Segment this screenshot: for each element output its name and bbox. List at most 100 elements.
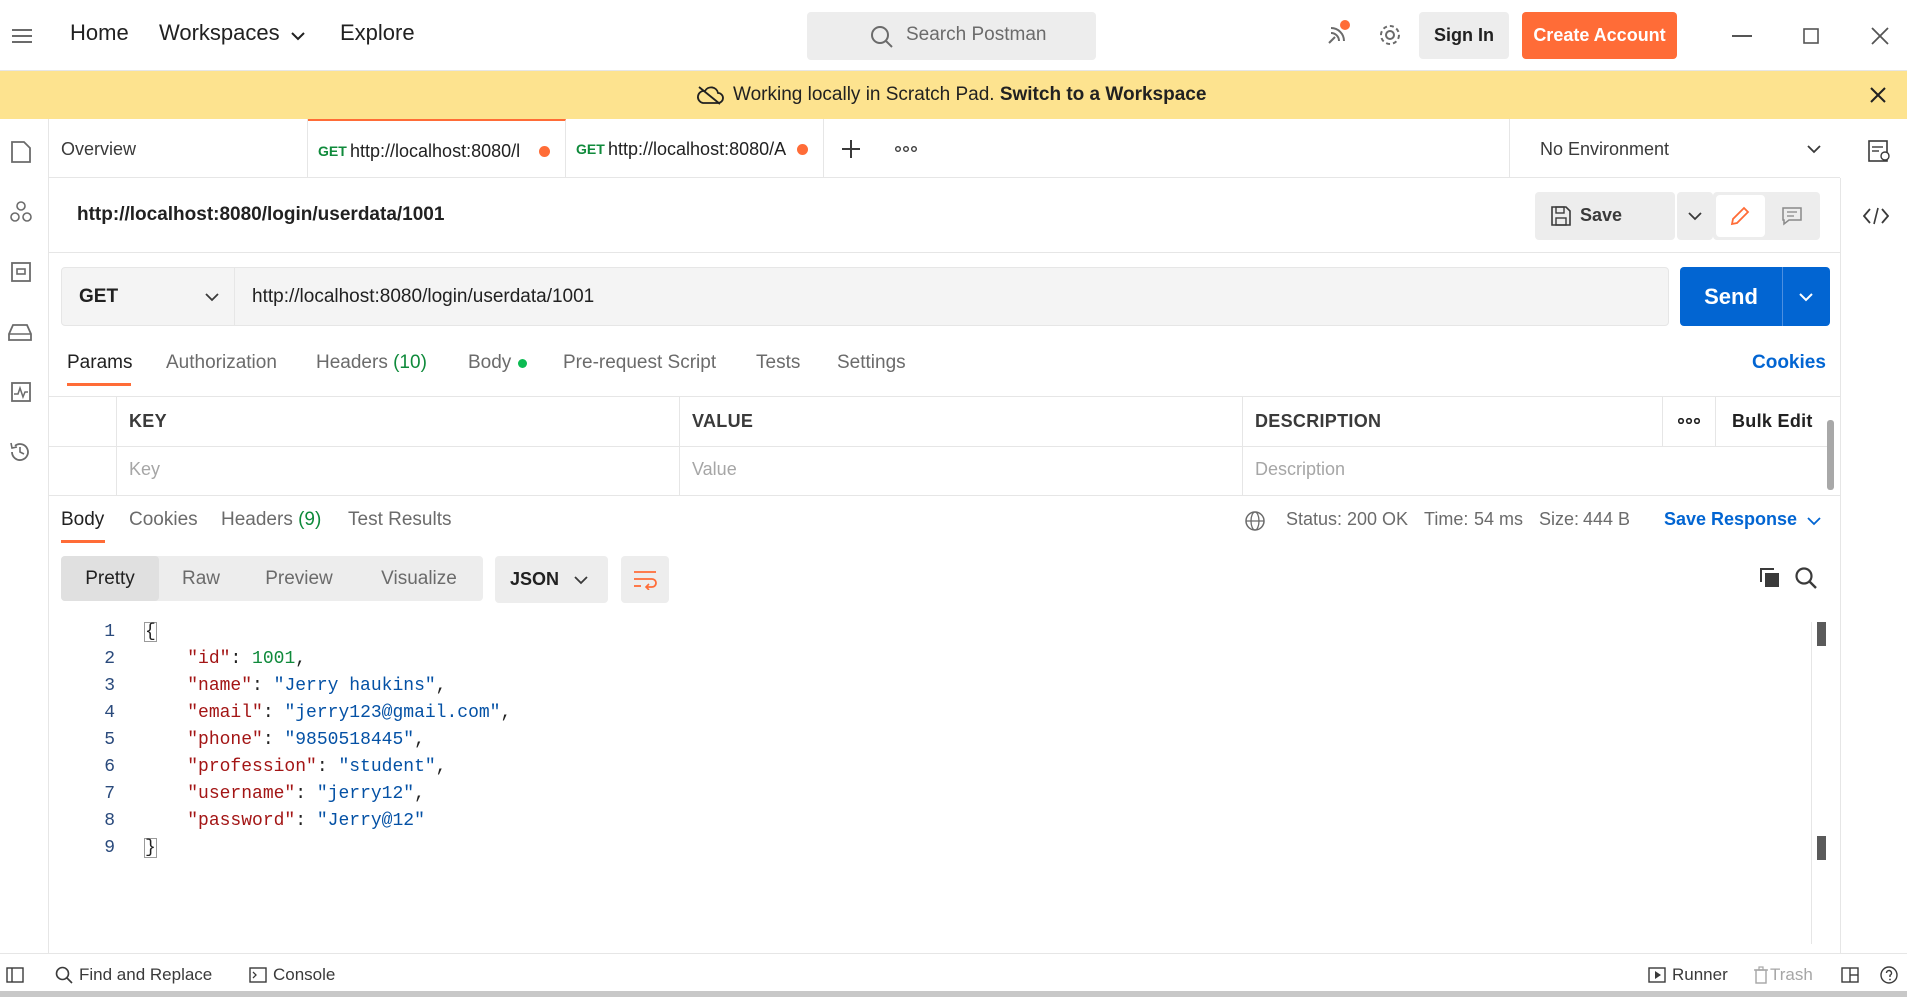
request-url-input[interactable]: http://localhost:8080/login/userdata/100… [252,286,594,308]
environment-selector[interactable]: No Environment [1509,119,1840,178]
tab-tests[interactable]: Tests [756,352,800,374]
description-input[interactable]: Description [1255,459,1345,480]
environment-quick-look-icon[interactable] [1866,138,1892,164]
chevron-down-icon[interactable] [1806,515,1822,527]
history-icon[interactable] [7,439,33,465]
two-pane-view-icon[interactable] [1840,966,1860,984]
response-tab-cookies[interactable]: Cookies [129,509,198,531]
tab-request-2[interactable]: GET http://localhost:8080/A [566,119,824,178]
view-raw-button[interactable]: Raw [159,556,243,601]
tab-authorization[interactable]: Authorization [166,352,277,374]
copy-icon[interactable] [1758,566,1782,590]
minimize-icon[interactable] [1732,33,1752,39]
response-body-editor[interactable]: 1 2 3 4 5 6 7 8 9 { "id": 1001, "name": … [49,612,1829,952]
response-tab-test-results[interactable]: Test Results [348,509,451,531]
trash-button[interactable]: Trash [1770,965,1813,985]
json-comma: , [295,649,307,669]
view-preview-button[interactable]: Preview [243,556,355,601]
key-input[interactable]: Key [129,459,160,480]
code-snippet-icon[interactable] [1863,206,1889,226]
tab-2-method: GET [576,141,605,157]
response-format-select[interactable]: JSON [495,556,608,603]
column-header-key: KEY [129,411,167,431]
more-options-icon[interactable] [1678,417,1700,425]
editor-scrollbar-top[interactable] [1817,622,1826,646]
runner-button[interactable]: Runner [1672,965,1728,985]
request-title[interactable]: http://localhost:8080/login/userdata/100… [77,204,444,226]
chevron-down-icon[interactable] [1798,292,1814,302]
sign-in-button[interactable]: Sign In [1419,12,1509,59]
find-and-replace-button[interactable]: Find and Replace [79,965,212,985]
more-tabs-icon[interactable] [894,144,918,154]
comments-mode-button[interactable] [1768,195,1817,237]
code-line: "username": "jerry12", [187,784,425,804]
collections-icon[interactable] [8,139,34,165]
json-key: "email" [187,703,263,723]
right-sidebar [1840,178,1907,953]
console-icon [248,966,268,984]
menu-icon[interactable] [12,26,34,46]
close-window-icon[interactable] [1870,26,1890,46]
tab-overview[interactable]: Overview [49,119,308,178]
close-banner-icon[interactable] [1868,85,1888,105]
console-button[interactable]: Console [273,965,335,985]
column-divider [1715,397,1716,446]
new-tab-plus-icon[interactable] [841,139,861,159]
monitors-icon[interactable] [8,379,34,405]
bulk-edit-button[interactable]: Bulk Edit [1732,411,1813,432]
http-method-select[interactable]: GET [62,268,235,325]
json-key: "password" [187,811,296,831]
wrap-lines-button[interactable] [621,556,669,603]
nav-explore[interactable]: Explore [340,20,415,46]
save-response-button[interactable]: Save Response [1664,509,1797,530]
search-bar[interactable]: Search Postman [807,12,1096,60]
globe-icon[interactable] [1244,510,1266,532]
params-scrollbar[interactable] [1827,420,1834,490]
search-response-icon[interactable] [1794,566,1818,590]
value-input[interactable]: Value [692,459,737,480]
wrap-lines-icon [632,568,658,590]
edit-mode-button[interactable] [1716,195,1765,237]
sync-status-icon[interactable] [1322,18,1354,50]
save-options-dropdown[interactable] [1677,192,1713,240]
save-button[interactable]: Save [1535,192,1675,240]
maximize-icon[interactable] [1802,27,1820,45]
cookies-link[interactable]: Cookies [1752,352,1826,374]
send-button[interactable]: Send [1680,267,1830,326]
cloud-offline-icon [696,84,724,106]
settings-gear-icon[interactable] [1376,21,1404,49]
help-icon[interactable] [1879,965,1899,985]
tab-headers[interactable]: Headers (10) [316,352,427,374]
tab-settings[interactable]: Settings [837,352,906,374]
column-divider [1662,397,1663,446]
create-account-button[interactable]: Create Account [1522,12,1677,59]
tab-request-1[interactable]: GET http://localhost:8080/l [308,119,566,178]
time-value: 54 ms [1474,509,1524,529]
nav-workspaces[interactable]: Workspaces [159,20,280,46]
json-value: "9850518445" [284,730,415,750]
apis-icon[interactable] [8,199,34,225]
json-key: "username" [187,784,296,804]
nav-home[interactable]: Home [70,20,129,46]
response-tab-headers[interactable]: Headers (9) [221,509,321,531]
view-visualize-button[interactable]: Visualize [355,556,483,601]
editor-scroll-track [1811,622,1812,944]
tab-pre-request-script[interactable]: Pre-request Script [563,352,716,374]
chevron-down-icon[interactable] [290,28,306,44]
environments-icon[interactable] [8,259,34,285]
code-line: "name": "Jerry haukins", [187,676,447,696]
toggle-sidebar-icon[interactable] [5,966,25,984]
tab-2-url: http://localhost:8080/A [608,139,787,159]
editor-scrollbar-bottom[interactable] [1817,836,1826,860]
mock-servers-icon[interactable] [6,319,34,345]
time-label: Time: [1424,509,1469,529]
taskbar-strip [0,991,1907,997]
response-tab-body[interactable]: Body [61,509,104,531]
switch-workspace-link[interactable]: Switch to a Workspace [1000,84,1207,105]
response-view-switcher: Pretty Raw Preview Visualize [61,556,483,601]
tab-body[interactable]: Body [468,352,511,374]
tab-params[interactable]: Params [67,352,132,374]
view-pretty-button[interactable]: Pretty [61,556,159,601]
http-method-value: GET [79,286,119,307]
code-line: "email": "jerry123@gmail.com", [187,703,512,723]
